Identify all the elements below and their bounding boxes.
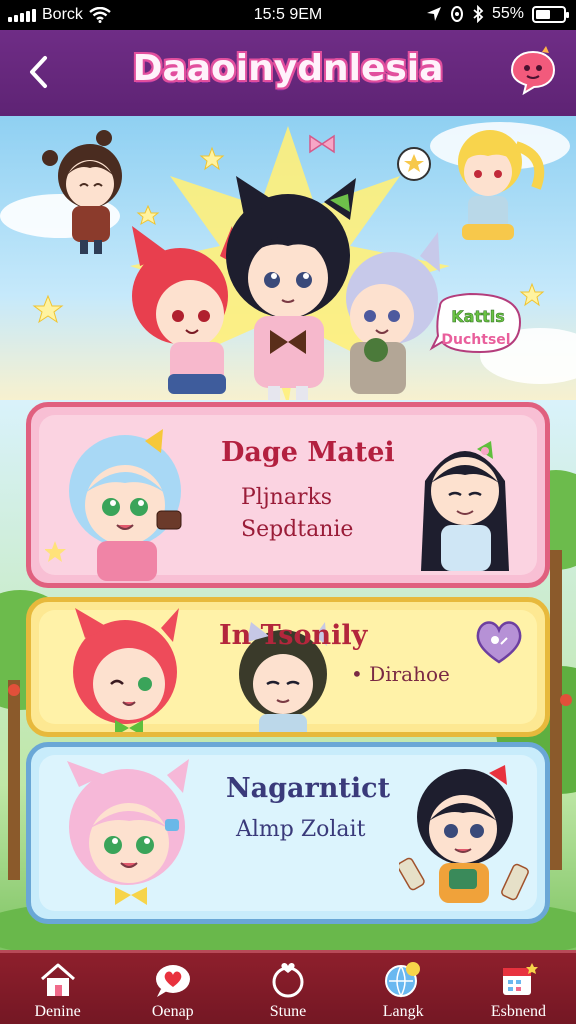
nav-item-langk[interactable]: Langk: [346, 953, 461, 1024]
heart-icon: [476, 621, 522, 664]
status-right: 55%: [426, 5, 569, 23]
card-item-1[interactable]: Dage Matei Pljnarks Sepdtanie: [26, 402, 550, 588]
card-3-right-character: [399, 765, 529, 903]
card-title: Dage Matei: [221, 437, 395, 468]
favorite-button[interactable]: [473, 618, 525, 666]
nav-label: Oenap: [151, 1003, 194, 1020]
card-item-2[interactable]: In Tsonily • Dirahoe: [26, 597, 550, 737]
hero-banner: Kattls Duchtsel: [0, 116, 576, 416]
bottom-nav: Denine Oenap Stune Langk Esbnend: [0, 950, 576, 1024]
card-1-left-character: [45, 429, 182, 581]
battery-icon: [532, 5, 569, 23]
nav-label: Langk: [382, 1003, 424, 1020]
card-line: Sepdtanie: [241, 517, 354, 542]
nav-label: Esbnend: [490, 1003, 546, 1020]
nav-item-stune[interactable]: Stune: [230, 953, 345, 1024]
card-3-left-character: [67, 759, 189, 905]
card-line: Pljnarks: [241, 485, 333, 510]
calendar-icon: [503, 963, 539, 995]
nav-label: Denine: [34, 1003, 81, 1020]
speech-bubble-text-1: Kattls: [451, 307, 505, 326]
card-line: Almp Zolait: [236, 817, 366, 842]
speech-bubble: Kattls Duchtsel: [429, 292, 522, 354]
card-title: Nagarntict: [226, 773, 391, 804]
nav-item-home[interactable]: Denine: [0, 953, 115, 1024]
card-line: • Dirahoe: [351, 662, 450, 686]
alarm-icon: [450, 6, 463, 22]
location-arrow-icon: [426, 7, 441, 21]
battery-percent: 55%: [491, 5, 524, 22]
globe-chat-icon: [385, 962, 421, 998]
chat-button[interactable]: [508, 46, 558, 96]
heart-chat-icon: [155, 965, 190, 997]
heart-ring-icon: [272, 962, 304, 998]
status-bar: Borck 15:5 9EM 55%: [0, 0, 576, 30]
hero-illustration: Kattls Duchtsel: [0, 122, 576, 406]
nav-item-esbnend[interactable]: Esbnend: [461, 953, 576, 1024]
chat-bubble-icon: [510, 46, 556, 96]
card-2-left-character: [73, 608, 179, 732]
bluetooth-icon: [473, 5, 484, 23]
home-icon: [40, 963, 75, 996]
nav-label: Stune: [269, 1003, 307, 1020]
app-title: Daaoinydnlesia: [132, 48, 444, 89]
card-1-right-character: [421, 441, 509, 571]
card-title: In Tsonily: [219, 620, 368, 651]
app-header: Daaoinydnlesia: [0, 30, 576, 116]
card-item-3[interactable]: Nagarntict Almp Zolait: [26, 742, 550, 924]
speech-bubble-text-2: Duchtsel: [441, 332, 510, 348]
nav-item-oenap[interactable]: Oenap: [115, 953, 230, 1024]
